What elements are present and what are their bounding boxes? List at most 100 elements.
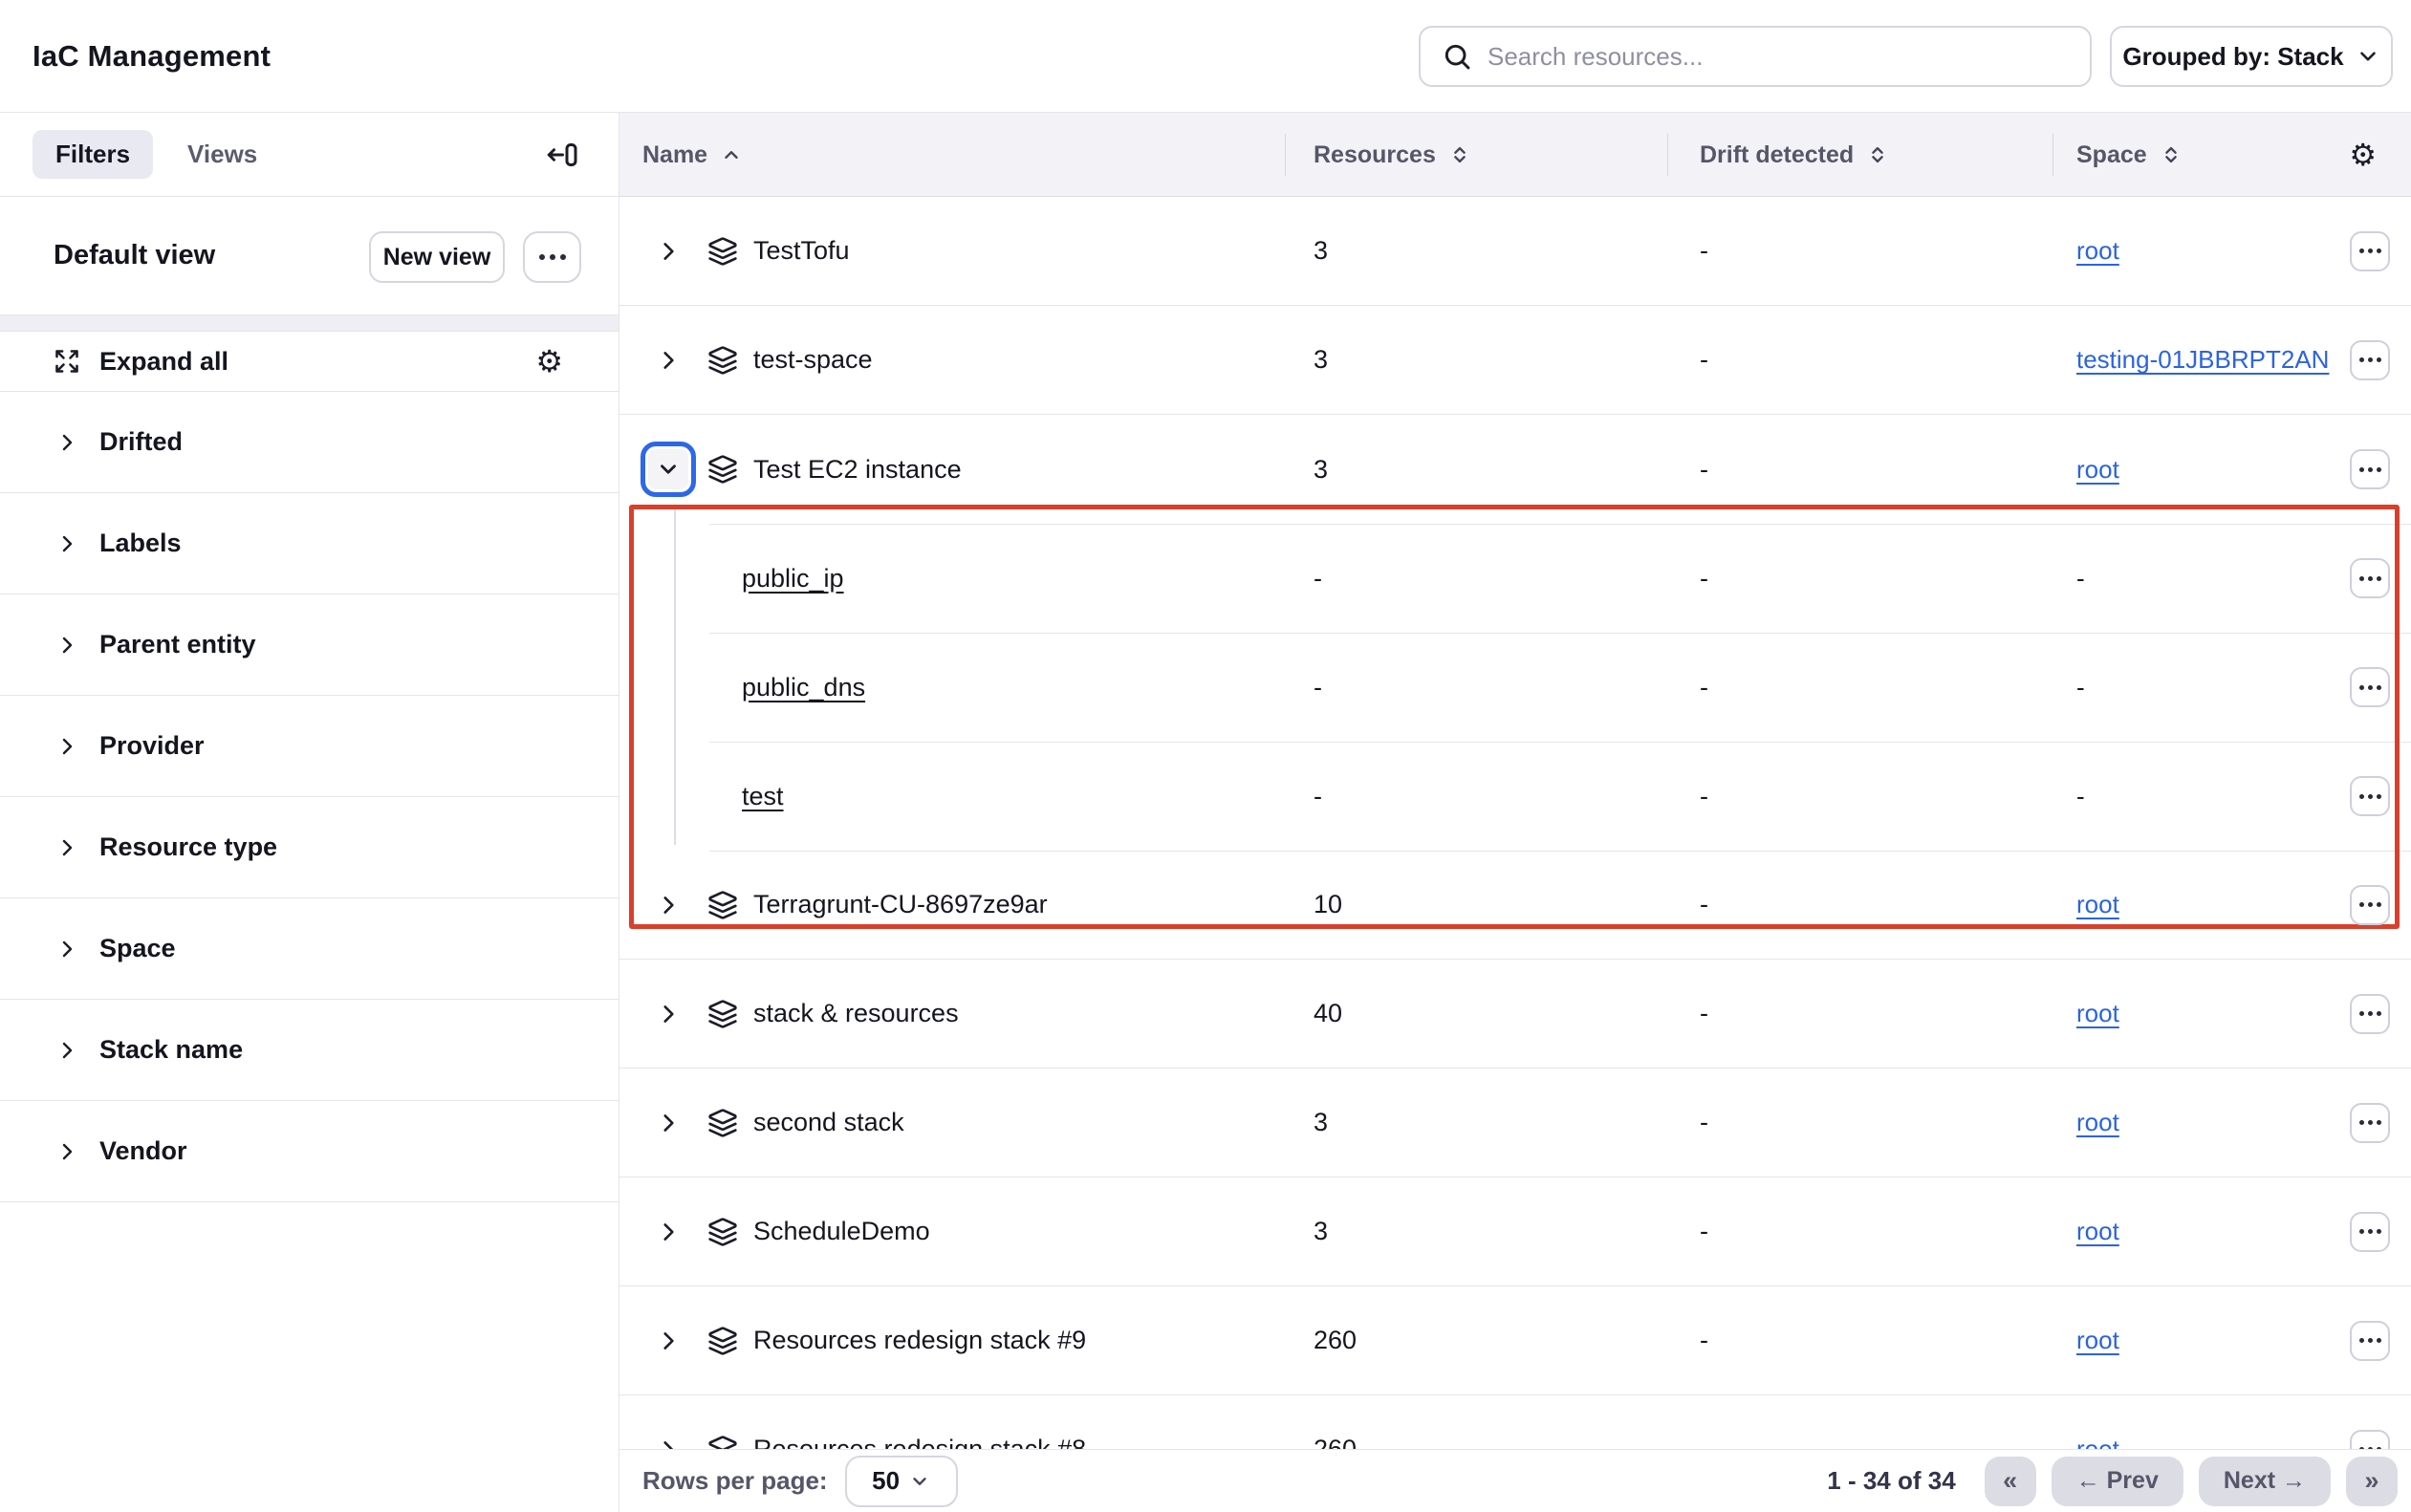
next-page-button[interactable]: Next → (2199, 1457, 2331, 1506)
tab-filters[interactable]: Filters (33, 130, 153, 179)
row-menu-button[interactable] (2350, 667, 2390, 707)
row-menu-button[interactable] (2350, 340, 2390, 380)
filter-resource-type[interactable]: Resource type (0, 797, 619, 898)
last-page-button[interactable]: » (2346, 1457, 2398, 1506)
filter-label: Vendor (99, 1136, 187, 1166)
resources-count: 3 (1285, 236, 1667, 266)
first-page-button[interactable]: « (1985, 1457, 2036, 1506)
drift-value: - (1667, 890, 2053, 919)
stack-icon (707, 236, 738, 267)
expand-row-button[interactable] (656, 893, 681, 918)
drift-value: - (1667, 1108, 2053, 1137)
expand-all-icon (54, 348, 80, 375)
current-view-name: Default view (54, 240, 215, 271)
column-header-space[interactable]: Space (2076, 113, 2182, 197)
filter-vendor[interactable]: Vendor (0, 1101, 619, 1202)
sidebar-settings-icon[interactable]: ⚙ (535, 346, 563, 377)
table-row-child: public_dns - - - (619, 633, 2411, 742)
row-menu-button[interactable] (2350, 885, 2390, 925)
collapse-sidebar-button[interactable] (544, 138, 578, 172)
row-menu-button[interactable] (2350, 1212, 2390, 1252)
iac-management-page: IaC Management Grouped by: Stack Filters… (0, 0, 2411, 1512)
drift-value: - (1667, 345, 2053, 375)
resources-count: - (1285, 782, 1667, 811)
stack-name: stack & resources (753, 999, 959, 1028)
column-header-resources[interactable]: Resources (1314, 113, 1470, 197)
filter-label: Resource type (99, 832, 277, 862)
tab-views[interactable]: Views (187, 140, 257, 169)
sidebar-tabs: Filters Views (0, 113, 619, 197)
stack-icon (707, 1217, 738, 1247)
expand-all-label: Expand all (99, 347, 228, 377)
table-row-child: test - - - (619, 742, 2411, 851)
space-link[interactable]: root (2076, 890, 2119, 918)
resource-link[interactable]: test (742, 782, 784, 811)
view-menu-button[interactable] (523, 231, 581, 283)
prev-page-button[interactable]: ← Prev (2052, 1457, 2183, 1506)
row-menu-button[interactable] (2350, 449, 2390, 489)
expand-row-button[interactable] (656, 1328, 681, 1353)
sidebar-divider-band (0, 315, 619, 332)
filter-parent-entity[interactable]: Parent entity (0, 594, 619, 696)
drift-value: - (1667, 1217, 2053, 1246)
chevron-right-icon (55, 735, 78, 758)
row-menu-button[interactable] (2350, 558, 2390, 598)
row-menu-button[interactable] (2350, 994, 2390, 1034)
row-menu-button[interactable] (2350, 1103, 2390, 1143)
space-link[interactable]: root (2076, 236, 2119, 265)
stack-icon (707, 345, 738, 376)
resource-link[interactable]: public_dns (742, 673, 865, 702)
resources-count: 3 (1285, 455, 1667, 485)
row-menu-button[interactable] (2350, 231, 2390, 271)
expand-row-button[interactable] (656, 1111, 681, 1135)
collapse-row-button[interactable] (641, 442, 696, 497)
filter-space[interactable]: Space (0, 898, 619, 1000)
table-row-expanded: Test EC2 instance 3 - root (619, 415, 2411, 524)
column-header-name[interactable]: Name (642, 113, 742, 197)
row-menu-button[interactable] (2350, 1321, 2390, 1361)
rows-per-page-label: Rows per page: (642, 1466, 828, 1496)
filter-labels[interactable]: Labels (0, 493, 619, 594)
column-divider (1667, 134, 1668, 176)
drift-value: - (1667, 673, 2053, 702)
expand-row-button[interactable] (656, 1220, 681, 1244)
stacks-table: Name Resources Drift detected Space ⚙ (619, 113, 2411, 1512)
column-header-drift-detected[interactable]: Drift detected (1700, 113, 1888, 197)
table-footer: Rows per page: 50 1 - 34 of 34 « ← Prev … (619, 1449, 2411, 1512)
chevron-right-icon (55, 634, 78, 657)
search-input[interactable] (1488, 42, 2069, 72)
stack-icon (707, 1108, 738, 1138)
filter-label: Provider (99, 731, 205, 761)
resource-link[interactable]: public_ip (742, 564, 844, 594)
expand-row-button[interactable] (656, 239, 681, 264)
expand-row-button[interactable] (656, 348, 681, 373)
search-box[interactable] (1419, 26, 2092, 87)
expand-row-button[interactable] (656, 1002, 681, 1026)
table-row-child: public_ip - - - (619, 524, 2411, 633)
filter-stack-name[interactable]: Stack name (0, 1000, 619, 1101)
stack-name: TestTofu (753, 236, 850, 266)
space-link[interactable]: root (2076, 999, 2119, 1027)
space-link[interactable]: root (2076, 455, 2119, 484)
filter-drifted[interactable]: Drifted (0, 392, 619, 493)
space-link[interactable]: root (2076, 1217, 2119, 1245)
top-header: IaC Management Grouped by: Stack (0, 0, 2411, 113)
new-view-button[interactable]: New view (369, 231, 505, 283)
table-settings-icon[interactable]: ⚙ (2349, 140, 2377, 170)
filter-label: Stack name (99, 1035, 243, 1065)
stack-name: Test EC2 instance (753, 455, 962, 485)
filter-provider[interactable]: Provider (0, 696, 619, 797)
rows-per-page-select[interactable]: 50 (845, 1456, 958, 1507)
space-link[interactable]: testing-01JBBRPT2AN (2076, 345, 2329, 374)
resources-count: 40 (1285, 999, 1667, 1028)
row-menu-button[interactable] (2350, 776, 2390, 816)
space-link[interactable]: root (2076, 1326, 2119, 1354)
drift-value: - (1667, 999, 2053, 1028)
drift-value: - (1667, 564, 2053, 594)
filters-sidebar: Filters Views Default view New view Expa… (0, 113, 619, 1512)
resources-count: - (1285, 564, 1667, 594)
grouped-by-dropdown[interactable]: Grouped by: Stack (2110, 26, 2393, 87)
space-link[interactable]: root (2076, 1108, 2119, 1136)
expand-all-row[interactable]: Expand all ⚙ (0, 332, 619, 392)
chevron-right-icon (55, 532, 78, 555)
